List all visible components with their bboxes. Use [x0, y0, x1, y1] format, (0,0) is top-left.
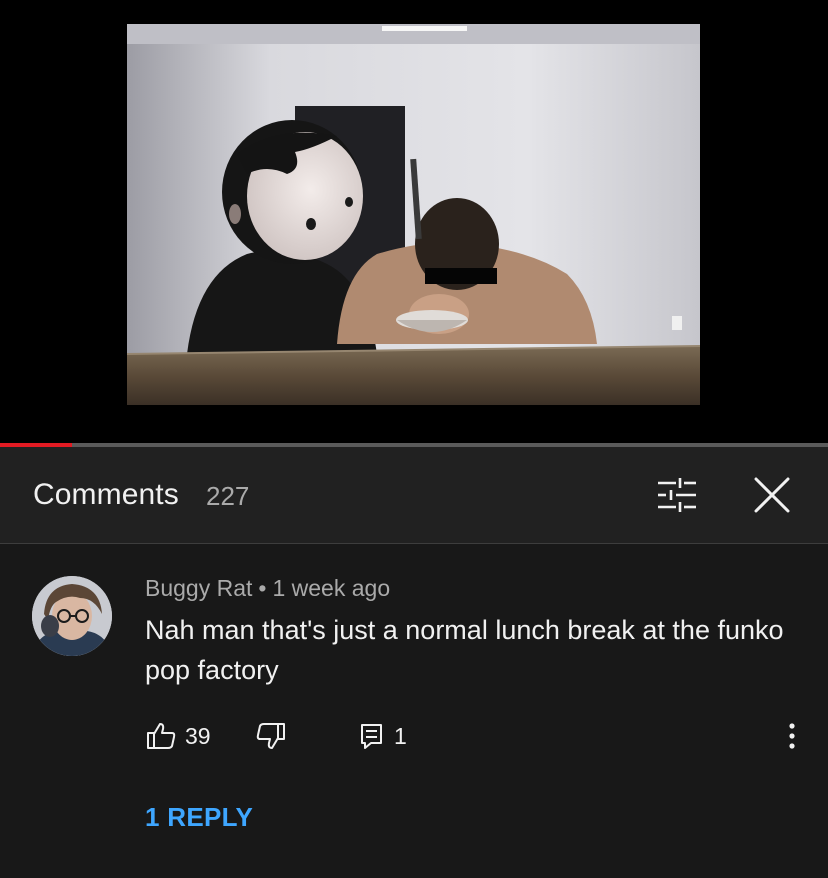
comment-text: Nah man that's just a normal lunch break… [145, 615, 784, 685]
sort-sliders-icon [658, 478, 696, 512]
comment-thread: Buggy Rat • 1 week ago Nah man that's just… [0, 544, 828, 878]
thumbs-up-icon [147, 723, 176, 749]
video-frame[interactable] [127, 24, 700, 405]
like-button[interactable]: 39 [145, 714, 211, 758]
avatar[interactable] [32, 576, 112, 656]
close-icon [754, 477, 790, 513]
video-scene-image [127, 24, 700, 405]
view-replies-link[interactable]: 1 REPLY [145, 802, 253, 833]
comments-count: 227 [206, 481, 250, 511]
sort-comments-button[interactable] [650, 471, 704, 519]
more-options-button[interactable] [778, 714, 806, 758]
reply-button[interactable]: 1 [358, 714, 407, 758]
video-player[interactable] [0, 0, 828, 447]
avatar-image [32, 576, 112, 656]
dislike-button[interactable] [255, 714, 287, 758]
reply-count: 1 [394, 722, 407, 749]
comments-header: Comments 227 [0, 447, 828, 544]
thumbs-down-icon [256, 723, 285, 749]
comment-author[interactable]: Buggy Rat [145, 575, 252, 601]
comments-title: Comments [33, 478, 179, 511]
like-count: 39 [185, 722, 211, 749]
comment-meta: Buggy Rat • 1 week ago [145, 575, 390, 602]
meta-separator: • [258, 575, 267, 601]
reply-comment-icon [361, 724, 382, 749]
comment-timestamp: 1 week ago [272, 575, 391, 601]
more-vertical-icon [789, 723, 795, 749]
close-comments-button[interactable] [746, 471, 798, 519]
comment-actions: 39 1 [0, 714, 828, 758]
